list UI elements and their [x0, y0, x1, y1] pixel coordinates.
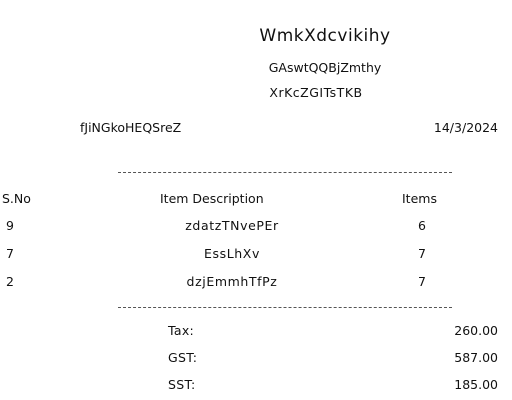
- row-items: 6: [418, 218, 427, 233]
- divider-top: [118, 172, 452, 173]
- row-description: zdatzTNvePEr: [185, 218, 279, 233]
- row-items: 7: [418, 246, 427, 261]
- gst-value: 587.00: [454, 350, 498, 365]
- column-header-items: Items: [402, 191, 437, 206]
- receipt-date: 14/3/2024: [433, 120, 498, 135]
- column-header-description: Item Description: [160, 191, 264, 206]
- sst-value: 185.00: [454, 377, 498, 392]
- row-sno: 7: [6, 246, 15, 261]
- row-description: dzjEmmhTfPz: [186, 274, 278, 289]
- gst-label: GST:: [168, 350, 198, 365]
- address-line-2: XrKcZGITsTKB: [269, 85, 363, 100]
- sst-label: SST:: [168, 377, 196, 392]
- row-sno: 9: [6, 218, 15, 233]
- tax-label: Tax:: [168, 323, 195, 338]
- row-sno: 2: [6, 274, 15, 289]
- row-items: 7: [418, 274, 427, 289]
- tax-value: 260.00: [454, 323, 498, 338]
- address-line-1: GAswtQQBjZmthy: [268, 60, 382, 75]
- column-header-sno: S.No: [2, 191, 31, 206]
- cashier-name: fJiNGkoHEQSreZ: [80, 120, 182, 135]
- receipt: WmkXdcvikihy GAswtQQBjZmthy XrKcZGITsTKB…: [0, 0, 512, 400]
- divider-bottom: [118, 307, 452, 308]
- store-name: WmkXdcvikihy: [259, 26, 391, 46]
- row-description: EssLhXv: [204, 246, 260, 261]
